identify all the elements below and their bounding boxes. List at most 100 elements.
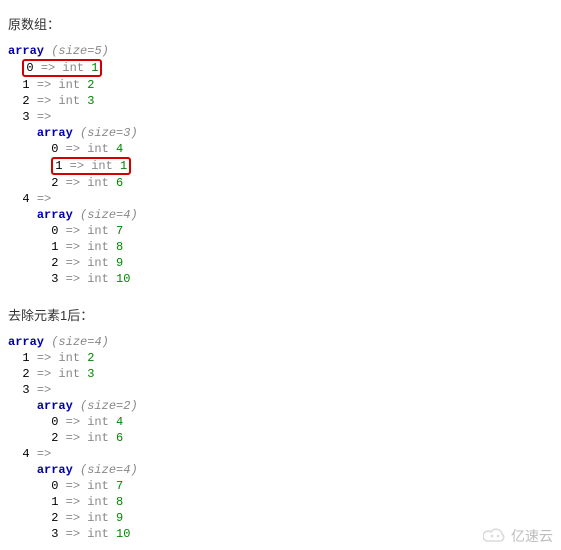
document-root: 原数组： array (size=5) 0 => int 1 1 => int … <box>8 14 553 542</box>
type-int: int <box>58 94 80 108</box>
index: 0 <box>51 415 58 429</box>
int-value: 1 <box>120 159 127 173</box>
arrow: => <box>66 479 80 493</box>
arrow: => <box>66 495 80 509</box>
array-keyword: array <box>37 463 73 477</box>
index: 1 <box>22 351 29 365</box>
arrow: => <box>66 415 80 429</box>
int-value: 2 <box>87 78 94 92</box>
array-keyword: array <box>37 399 73 413</box>
int-value: 9 <box>116 256 123 270</box>
index: 3 <box>51 272 58 286</box>
type-int: int <box>62 61 84 75</box>
size-meta: (size=4) <box>80 208 138 222</box>
index: 0 <box>51 142 58 156</box>
arrow: => <box>66 511 80 525</box>
heading-after: 去除元素1后： <box>8 305 553 324</box>
index: 0 <box>51 224 58 238</box>
int-value: 4 <box>116 415 123 429</box>
arrow: => <box>37 447 51 461</box>
arrow: => <box>66 527 80 541</box>
type-int: int <box>87 240 109 254</box>
arrow: => <box>66 176 80 190</box>
arrow: => <box>37 351 51 365</box>
arrow: => <box>37 383 51 397</box>
type-int: int <box>91 159 113 173</box>
int-value: 6 <box>116 176 123 190</box>
type-int: int <box>87 176 109 190</box>
type-int: int <box>58 78 80 92</box>
arrow: => <box>37 78 51 92</box>
int-value: 3 <box>87 367 94 381</box>
size-meta: (size=4) <box>80 463 138 477</box>
array-dump-after: array (size=4) 1 => int 2 2 => int 3 3 =… <box>8 334 553 542</box>
index: 1 <box>22 78 29 92</box>
type-int: int <box>87 272 109 286</box>
arrow: => <box>66 272 80 286</box>
index: 2 <box>51 431 58 445</box>
size-meta: (size=2) <box>80 399 138 413</box>
arrow: => <box>37 367 51 381</box>
watermark-text: 亿速云 <box>511 526 553 546</box>
index: 1 <box>51 240 58 254</box>
int-value: 7 <box>116 479 123 493</box>
type-int: int <box>87 479 109 493</box>
int-value: 3 <box>87 94 94 108</box>
int-value: 8 <box>116 240 123 254</box>
index: 0 <box>51 479 58 493</box>
int-value: 10 <box>116 272 130 286</box>
arrow: => <box>66 256 80 270</box>
arrow: => <box>37 192 51 206</box>
type-int: int <box>87 495 109 509</box>
int-value: 10 <box>116 527 130 541</box>
index: 1 <box>51 495 58 509</box>
size-meta: (size=4) <box>51 335 109 349</box>
int-value: 2 <box>87 351 94 365</box>
index: 3 <box>51 527 58 541</box>
index: 4 <box>22 192 29 206</box>
index: 4 <box>22 447 29 461</box>
index: 3 <box>22 383 29 397</box>
type-int: int <box>87 527 109 541</box>
int-value: 6 <box>116 431 123 445</box>
index: 3 <box>22 110 29 124</box>
array-keyword: array <box>37 126 73 140</box>
index: 2 <box>51 511 58 525</box>
arrow: => <box>66 240 80 254</box>
int-value: 7 <box>116 224 123 238</box>
array-keyword: array <box>8 335 44 349</box>
cloud-icon <box>483 527 507 546</box>
arrow: => <box>41 61 55 75</box>
array-keyword: array <box>37 208 73 222</box>
type-int: int <box>58 351 80 365</box>
size-meta: (size=5) <box>51 44 109 58</box>
type-int: int <box>87 415 109 429</box>
type-int: int <box>87 431 109 445</box>
int-value: 8 <box>116 495 123 509</box>
type-int: int <box>87 142 109 156</box>
index: 0 <box>26 61 33 75</box>
index: 2 <box>22 94 29 108</box>
heading-before: 原数组： <box>8 14 553 33</box>
type-int: int <box>87 224 109 238</box>
index: 2 <box>51 176 58 190</box>
type-int: int <box>58 367 80 381</box>
highlight-box: 0 => int 1 <box>22 59 102 77</box>
int-value: 1 <box>91 61 98 75</box>
index: 2 <box>51 256 58 270</box>
watermark: 亿速云 <box>483 526 553 546</box>
int-value: 4 <box>116 142 123 156</box>
int-value: 9 <box>116 511 123 525</box>
index: 1 <box>55 159 62 173</box>
size-meta: (size=3) <box>80 126 138 140</box>
arrow: => <box>37 94 51 108</box>
index: 2 <box>22 367 29 381</box>
arrow: => <box>66 142 80 156</box>
array-dump-before: array (size=5) 0 => int 1 1 => int 2 2 =… <box>8 43 553 287</box>
arrow: => <box>70 159 84 173</box>
type-int: int <box>87 511 109 525</box>
arrow: => <box>66 431 80 445</box>
highlight-box: 1 => int 1 <box>51 157 131 175</box>
type-int: int <box>87 256 109 270</box>
arrow: => <box>37 110 51 124</box>
